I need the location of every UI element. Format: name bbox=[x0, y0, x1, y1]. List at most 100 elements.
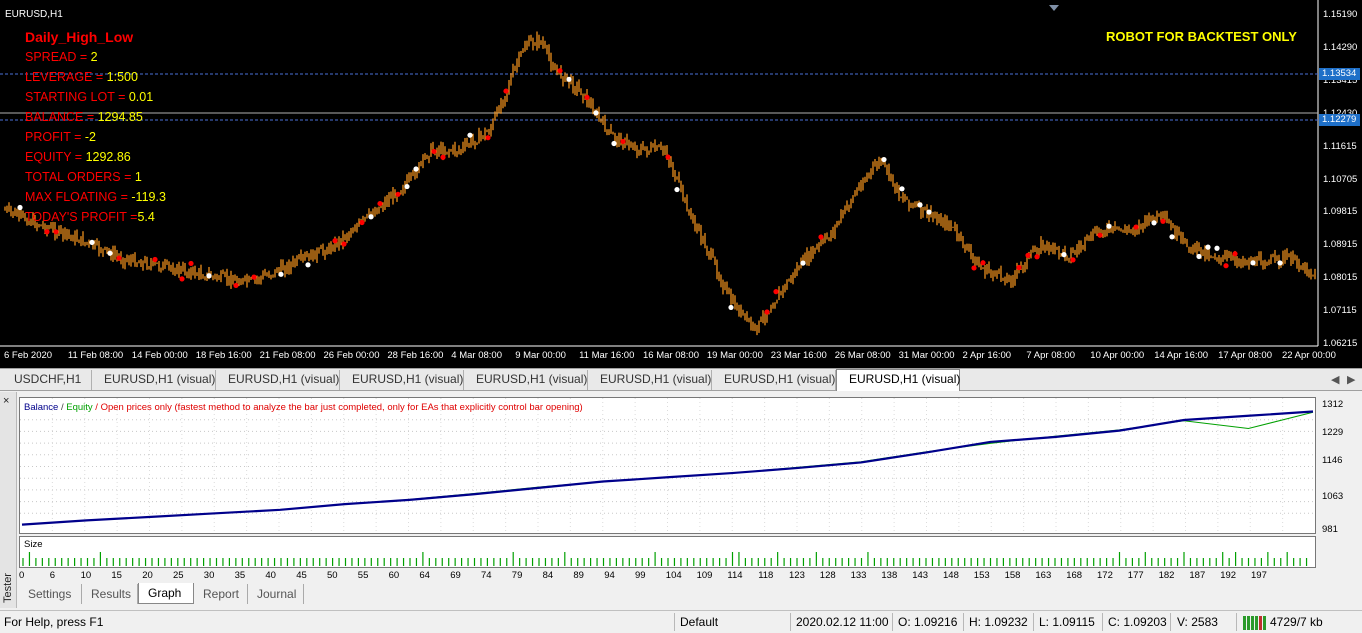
chart-tab[interactable]: EURUSD,H1 (visual) bbox=[340, 370, 464, 390]
ea-info-value: -119.3 bbox=[131, 190, 166, 204]
time-axis-tick: 4 Mar 08:00 bbox=[451, 350, 502, 361]
price-chart[interactable]: EURUSD,H1 ROBOT FOR BACKTEST ONLY Daily_… bbox=[0, 0, 1362, 368]
tester-tab[interactable]: Settings bbox=[19, 584, 82, 604]
time-axis-tick: 14 Apr 16:00 bbox=[1154, 350, 1209, 361]
legend-equity: Equity bbox=[66, 402, 93, 413]
tab-scroll-right-icon[interactable]: ▶ bbox=[1347, 373, 1355, 386]
ea-info-label: PROFIT = bbox=[25, 130, 85, 144]
chart-tab[interactable]: EURUSD,H1 (visual) bbox=[92, 370, 216, 390]
ea-info-value: 2 bbox=[90, 50, 98, 64]
tester-tab[interactable]: Graph bbox=[138, 583, 194, 604]
graph-x-tick: 40 bbox=[265, 570, 276, 581]
size-histogram: Size bbox=[19, 536, 1316, 568]
graph-x-tick: 15 bbox=[111, 570, 122, 581]
graph-x-tick: 143 bbox=[912, 570, 929, 581]
status-divider bbox=[1033, 613, 1034, 631]
series-line-balance bbox=[21, 410, 1314, 526]
graph-x-tick: 197 bbox=[1251, 570, 1267, 581]
graph-x-tick: 192 bbox=[1220, 570, 1237, 581]
ea-info-row: BALANCE = 1294.85 bbox=[25, 109, 166, 129]
graph-x-tick: 187 bbox=[1189, 570, 1206, 581]
series-line-equity bbox=[21, 411, 1314, 526]
time-axis-tick: 19 Mar 00:00 bbox=[706, 350, 763, 361]
graph-x-tick: 182 bbox=[1158, 570, 1175, 581]
chart-symbol-label: EURUSD,H1 bbox=[5, 9, 63, 20]
tester-close-icon[interactable]: × bbox=[3, 395, 9, 407]
balance-equity-graph: Balance / Equity / Open prices only (fas… bbox=[19, 397, 1316, 534]
tester-tab[interactable]: Report bbox=[194, 584, 248, 604]
ea-info-value: -2 bbox=[84, 130, 96, 144]
chart-tab[interactable]: EURUSD,H1 (visual) bbox=[836, 369, 960, 391]
size-histogram-canvas bbox=[22, 552, 1308, 566]
status-divider bbox=[1170, 613, 1171, 631]
ea-info-value: 1 bbox=[134, 170, 142, 184]
graph-x-tick: 138 bbox=[881, 570, 898, 581]
graph-x-tick: 109 bbox=[696, 570, 713, 581]
time-axis-tick: 2 Apr 16:00 bbox=[962, 350, 1012, 361]
price-chart-canvas[interactable] bbox=[0, 0, 1362, 368]
tester-panel: × Tester Balance / Equity / Open prices … bbox=[0, 392, 1362, 608]
time-axis-tick: 9 Mar 00:00 bbox=[515, 350, 566, 361]
chart-tab[interactable]: EURUSD,H1 (visual) bbox=[464, 370, 588, 390]
status-divider bbox=[1236, 613, 1237, 631]
graph-x-tick: 163 bbox=[1035, 570, 1052, 581]
time-axis-tick: 26 Mar 08:00 bbox=[834, 350, 891, 361]
tester-tab[interactable]: Journal bbox=[248, 584, 304, 604]
ea-info-panel: Daily_High_Low SPREAD = 2 LEVERAGE = 1:50… bbox=[25, 29, 166, 229]
graph-x-tick: 168 bbox=[1066, 570, 1083, 581]
ea-info-row: PROFIT = -2 bbox=[25, 129, 166, 149]
chart-tab[interactable]: EURUSD,H1 (visual) bbox=[216, 370, 340, 390]
graph-x-tick: 45 bbox=[296, 570, 307, 581]
ea-info-row: MAX FLOATING = -119.3 bbox=[25, 189, 166, 209]
price-axis-tick: 1.08015 bbox=[1323, 272, 1358, 284]
status-divider bbox=[892, 613, 893, 631]
ea-info-label: EQUITY = bbox=[25, 150, 86, 164]
graph-x-tick: 99 bbox=[635, 570, 646, 581]
graph-x-tick: 118 bbox=[758, 570, 774, 581]
ea-info-label: SPREAD = bbox=[25, 50, 91, 64]
time-axis-tick: 21 Feb 08:00 bbox=[259, 350, 316, 361]
graph-x-tick: 79 bbox=[511, 570, 523, 581]
status-divider bbox=[790, 613, 791, 631]
ea-info-value: 1294.85 bbox=[97, 110, 143, 124]
chart-tab[interactable]: EURUSD,H1 (visual) bbox=[712, 370, 836, 390]
time-axis-tick: 17 Apr 08:00 bbox=[1218, 350, 1272, 361]
price-axis-tick: 1.08915 bbox=[1323, 239, 1358, 251]
price-axis-tick: 1.14290 bbox=[1323, 41, 1358, 53]
size-label: Size bbox=[24, 539, 43, 550]
graph-x-tick: 64 bbox=[419, 570, 430, 581]
ea-info-label: TODAY'S PROFIT = bbox=[25, 210, 138, 224]
tab-scroll-left-icon[interactable]: ◀ bbox=[1331, 373, 1339, 386]
ea-info-label: BALANCE = bbox=[25, 110, 98, 124]
time-axis-tick: 10 Apr 00:00 bbox=[1090, 350, 1145, 361]
price-axis-tick: 1.11615 bbox=[1323, 140, 1357, 152]
ea-info-label: LEVERAGE = bbox=[25, 70, 107, 84]
ea-info-value: 1292.86 bbox=[85, 150, 131, 164]
status-profile[interactable]: Default bbox=[680, 615, 718, 629]
price-axis-tick: 1.09815 bbox=[1323, 206, 1358, 218]
time-axis-tick: 11 Mar 16:00 bbox=[579, 350, 635, 361]
graph-x-tick: 104 bbox=[665, 570, 682, 581]
time-axis-tick: 14 Feb 00:00 bbox=[131, 350, 188, 361]
chart-tab[interactable]: USDCHF,H1 bbox=[2, 370, 92, 390]
graph-x-tick: 6 bbox=[49, 570, 56, 581]
price-level-tag: 1.13534 bbox=[1319, 68, 1360, 80]
graph-x-tick: 123 bbox=[789, 570, 805, 581]
graph-x-tick: 20 bbox=[142, 570, 153, 581]
time-axis-tick: 18 Feb 16:00 bbox=[195, 350, 252, 361]
chart-tab[interactable]: EURUSD,H1 (visual) bbox=[588, 370, 712, 390]
ea-info-label: MAX FLOATING = bbox=[25, 190, 132, 204]
time-axis-tick: 26 Feb 00:00 bbox=[323, 350, 380, 361]
tester-tab[interactable]: Results bbox=[82, 584, 138, 604]
price-level-tag: 1.12279 bbox=[1319, 114, 1360, 126]
chart-shift-marker-icon[interactable] bbox=[1049, 5, 1059, 11]
time-axis-tick: 7 Apr 08:00 bbox=[1026, 350, 1075, 361]
graph-x-tick: 114 bbox=[727, 570, 743, 581]
price-axis-tick: 1.15190 bbox=[1323, 9, 1358, 20]
time-axis-tick: 11 Feb 08:00 bbox=[67, 350, 124, 361]
status-divider bbox=[674, 613, 675, 631]
graph-x-tick: 35 bbox=[234, 570, 246, 581]
time-axis-tick: 23 Mar 16:00 bbox=[770, 350, 827, 361]
status-traffic: 4729/7 kb bbox=[1270, 615, 1323, 629]
graph-x-tick: 148 bbox=[943, 570, 959, 581]
